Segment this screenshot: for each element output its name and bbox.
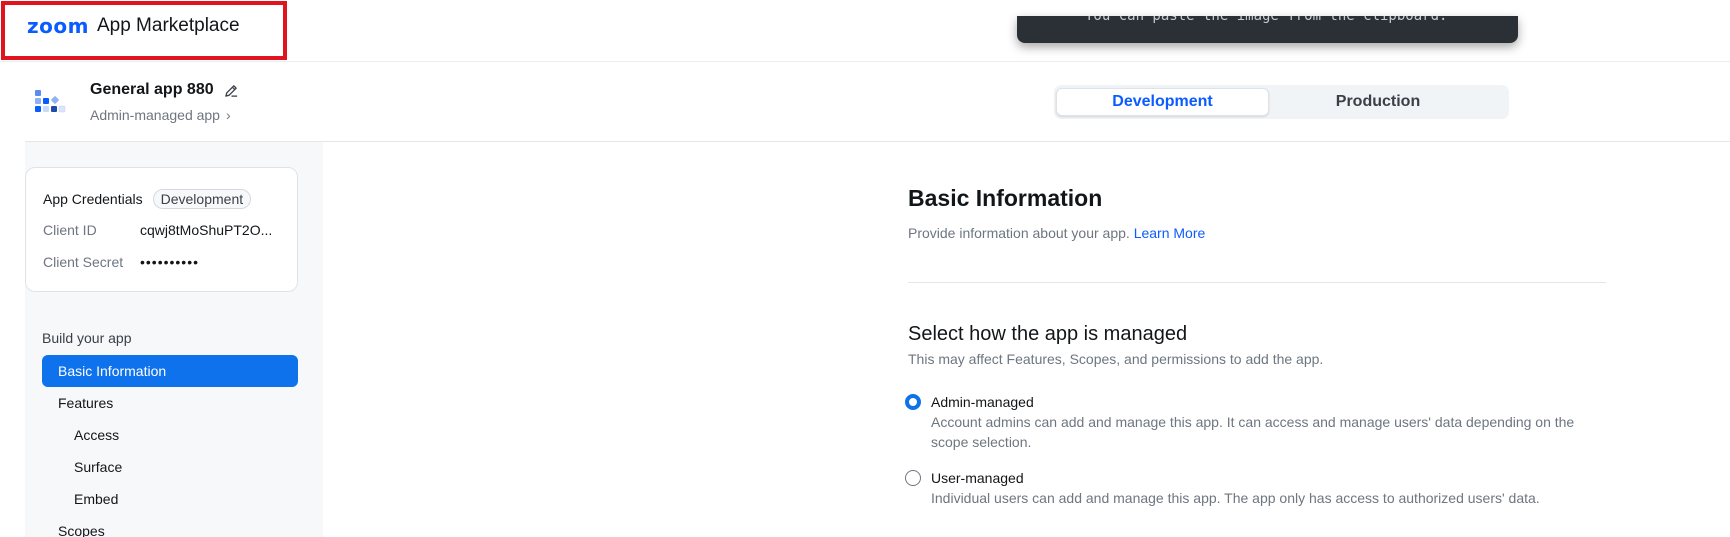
app-credentials-card: App Credentials Development Client ID cq… bbox=[25, 167, 298, 292]
client-secret-row: Client Secret •••••••••• bbox=[43, 254, 199, 270]
tab-production[interactable]: Production bbox=[1271, 88, 1485, 116]
toast-text: You can paste the image from the clipboa… bbox=[1085, 16, 1448, 24]
sidebar-item-scopes[interactable]: Scopes bbox=[42, 515, 298, 537]
sidebar-item-access[interactable]: Access bbox=[42, 419, 298, 451]
user-managed-label[interactable]: User-managed bbox=[931, 470, 1024, 486]
edit-pencil-icon[interactable] bbox=[224, 83, 239, 98]
build-your-app-label: Build your app bbox=[42, 330, 132, 346]
top-bar: zoom App Marketplace You can paste the i… bbox=[0, 0, 1730, 62]
admin-managed-label[interactable]: Admin-managed bbox=[931, 394, 1034, 410]
section-description: This may affect Features, Scopes, and pe… bbox=[908, 351, 1324, 367]
page-description: Provide information about your app. Lear… bbox=[908, 225, 1205, 241]
learn-more-link[interactable]: Learn More bbox=[1134, 225, 1206, 241]
sidebar-item-features[interactable]: Features bbox=[42, 387, 298, 419]
zoom-marketplace-logo[interactable]: zoom App Marketplace bbox=[27, 14, 240, 38]
sidebar-item-embed[interactable]: Embed bbox=[42, 483, 298, 515]
tab-development[interactable]: Development bbox=[1056, 88, 1269, 116]
chevron-right-icon: › bbox=[225, 107, 231, 123]
page-title: Basic Information bbox=[908, 185, 1103, 211]
client-secret-value[interactable]: •••••••••• bbox=[140, 254, 199, 270]
environment-badge: Development bbox=[152, 189, 252, 209]
section-divider bbox=[908, 282, 1606, 283]
clipboard-toast: You can paste the image from the clipboa… bbox=[1017, 16, 1518, 43]
description-text: Provide information about your app. bbox=[908, 225, 1130, 241]
radio-admin-managed[interactable] bbox=[905, 394, 921, 410]
sidebar: App Credentials Development Client ID cq… bbox=[25, 142, 323, 537]
credentials-header: App Credentials Development bbox=[43, 189, 252, 209]
client-id-label: Client ID bbox=[43, 222, 97, 238]
app-type-link[interactable]: Admin-managed app › bbox=[90, 107, 231, 123]
app-header: General app 880 Admin-managed app › Deve… bbox=[25, 63, 1730, 142]
client-id-row: Client ID cqwj8tMoShuPT2O... bbox=[43, 222, 280, 238]
logo-brand: zoom bbox=[27, 14, 89, 38]
radio-user-managed[interactable] bbox=[905, 470, 921, 486]
user-managed-description: Individual users can add and manage this… bbox=[931, 490, 1540, 506]
app-name: General app 880 bbox=[90, 81, 214, 98]
app-icon bbox=[35, 90, 66, 113]
app-name-row: General app 880 bbox=[90, 81, 239, 99]
admin-managed-description: Account admins can add and manage this a… bbox=[931, 414, 1575, 450]
client-id-value[interactable]: cqwj8tMoShuPT2O... bbox=[140, 222, 280, 238]
logo-text: App Marketplace bbox=[96, 15, 240, 36]
sidebar-item-surface[interactable]: Surface bbox=[42, 451, 298, 483]
client-secret-label: Client Secret bbox=[43, 254, 124, 270]
environment-switch: Development Production bbox=[1054, 85, 1509, 119]
app-type: Admin-managed app bbox=[90, 107, 220, 123]
section-title: Select how the app is managed bbox=[908, 323, 1188, 345]
credentials-title: App Credentials bbox=[43, 191, 143, 207]
sidebar-item-basic-information[interactable]: Basic Information bbox=[42, 355, 298, 387]
